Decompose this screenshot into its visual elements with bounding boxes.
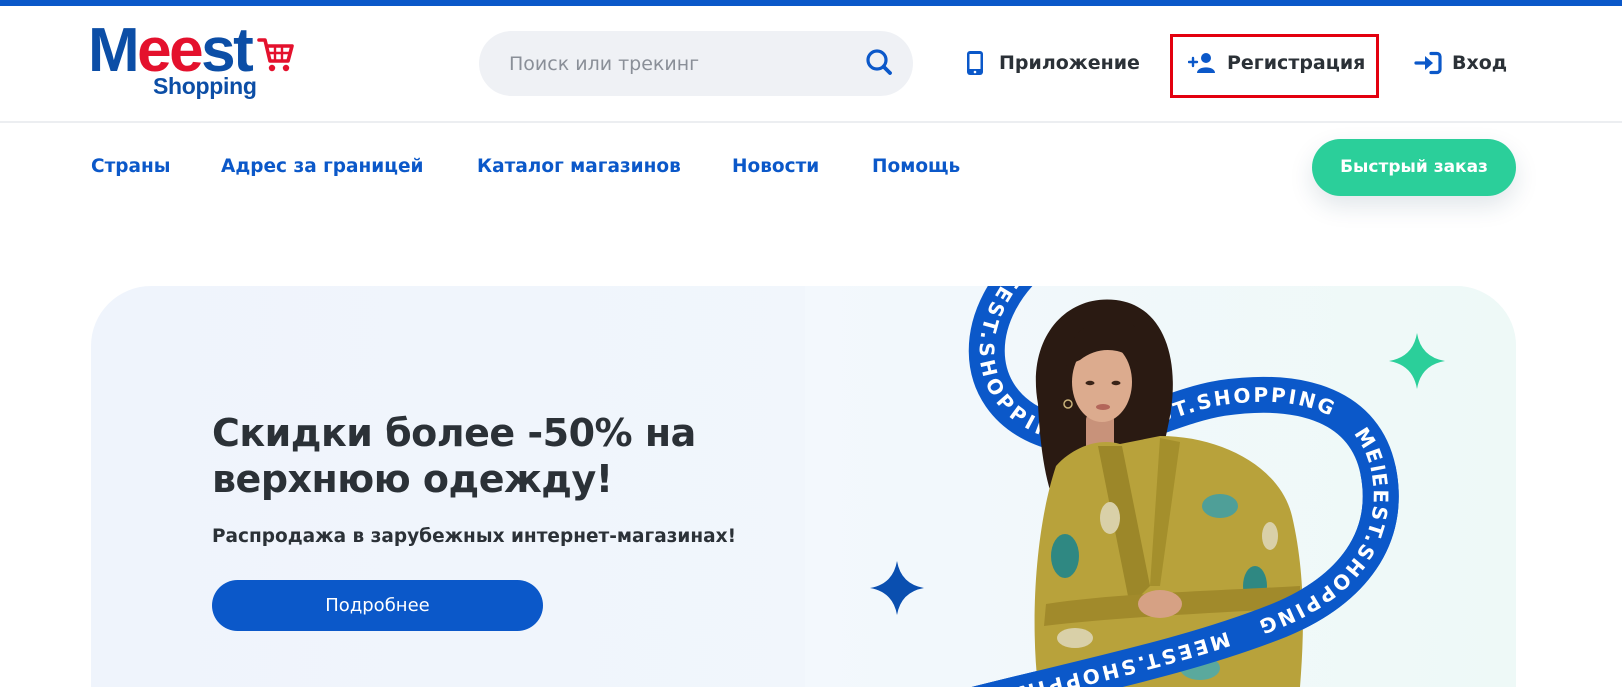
hero-heading-line2: верхнюю одежду! <box>212 457 613 501</box>
hero-heading-line1: Скидки более -50% на <box>212 411 696 455</box>
more-details-button[interactable]: Подробнее <box>212 580 543 631</box>
nav-item-store-catalog[interactable]: Каталог магазинов <box>477 154 681 180</box>
logo-subtitle: Shopping <box>153 73 257 99</box>
app-link-label: Приложение <box>999 52 1140 74</box>
hand <box>1138 590 1182 618</box>
header-divider <box>0 121 1622 123</box>
nav-item-countries[interactable]: Страны <box>91 154 171 180</box>
add-user-icon <box>1186 46 1227 80</box>
nav-item-address-abroad[interactable]: Адрес за границей <box>221 154 424 180</box>
search-box <box>479 31 913 96</box>
nav-item-news[interactable]: Новости <box>732 154 819 180</box>
quick-order-button[interactable]: Быстрый заказ <box>1312 139 1516 196</box>
login-link[interactable]: Вход <box>1412 46 1507 80</box>
sign-in-icon <box>1412 46 1452 80</box>
search-input[interactable] <box>479 31 849 96</box>
phone-icon <box>963 46 999 80</box>
four-point-star-icon <box>870 561 924 615</box>
register-link[interactable]: Регистрация <box>1186 46 1365 80</box>
hero-image: MEEST.SHOPPING MEEST.SHOPPING MEEST.SHOP… <box>860 286 1445 687</box>
shopping-cart-icon <box>257 38 294 72</box>
logo[interactable]: Meest Shopping <box>86 18 298 104</box>
logo-letter-m: M <box>88 16 140 85</box>
search-icon[interactable] <box>865 48 893 76</box>
top-accent-bar <box>0 0 1622 6</box>
register-link-label: Регистрация <box>1227 52 1366 74</box>
hero-heading: Скидки более -50% на верхнюю одежду! <box>212 410 696 502</box>
nav-item-help[interactable]: Помощь <box>872 154 960 180</box>
hero-banner: Скидки более -50% на верхнюю одежду! Рас… <box>91 286 1516 687</box>
login-link-label: Вход <box>1452 52 1508 74</box>
four-point-star-icon <box>1389 333 1445 389</box>
hero-subtitle: Распродажа в зарубежных интернет-магазин… <box>212 526 737 547</box>
app-link[interactable]: Приложение <box>963 46 1140 80</box>
